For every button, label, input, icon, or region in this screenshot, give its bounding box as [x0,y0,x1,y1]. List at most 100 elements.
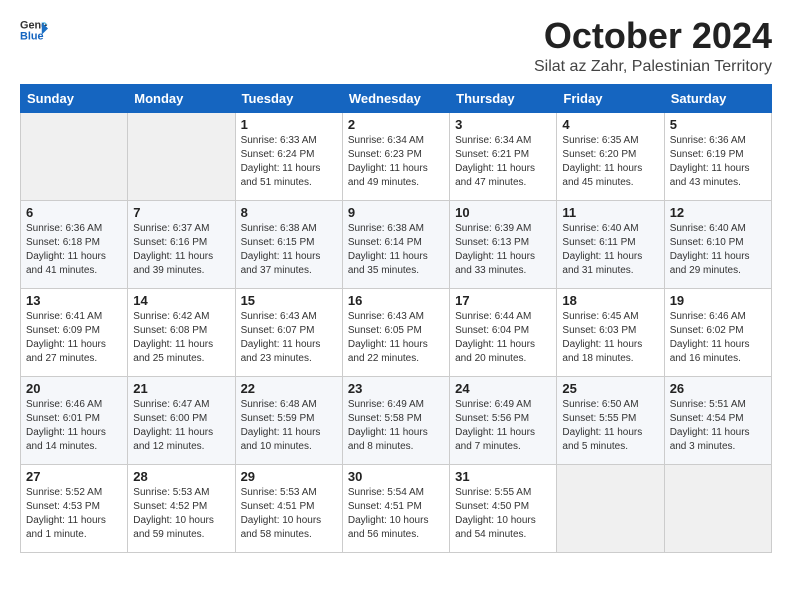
calendar-cell: 2 Sunrise: 6:34 AM Sunset: 6:23 PM Daylig… [342,112,449,200]
day-info: Sunrise: 5:53 AM Sunset: 4:52 PM Dayligh… [133,486,229,542]
day-info: Sunrise: 6:49 AM Sunset: 5:58 PM Dayligh… [348,398,444,454]
calendar-cell: 3Sunrise: 6:34 AM Sunset: 6:21 PM Daylig… [450,112,557,200]
header-day-thursday: Thursday [450,84,557,112]
day-info: Sunrise: 5:55 AM Sunset: 4:50 PM Dayligh… [455,486,551,542]
calendar-cell: 1 Sunrise: 6:33 AM Sunset: 6:24 PM Daylig… [235,112,342,200]
location-title: Silat az Zahr, Palestinian Territory [534,58,772,76]
day-number: 16 [348,293,444,308]
calendar-cell: 23 Sunrise: 6:49 AM Sunset: 5:58 PM Dayli… [342,376,449,464]
calendar-cell: 18Sunrise: 6:45 AM Sunset: 6:03 PM Dayli… [557,288,664,376]
calendar-cell [664,464,771,552]
day-info: Sunrise: 6:48 AM Sunset: 5:59 PM Dayligh… [241,398,337,454]
day-number: 6 [26,205,122,220]
calendar-cell: 25 Sunrise: 6:50 AM Sunset: 5:55 PM Dayli… [557,376,664,464]
day-info: Sunrise: 6:44 AM Sunset: 6:04 PM Dayligh… [455,310,551,366]
day-info: Sunrise: 6:37 AM Sunset: 6:16 PM Dayligh… [133,222,229,278]
calendar-cell: 16 Sunrise: 6:43 AM Sunset: 6:05 PM Dayli… [342,288,449,376]
day-number: 11 [562,205,658,220]
day-number: 17 [455,293,551,308]
calendar-cell: 29 Sunrise: 5:53 AM Sunset: 4:51 PM Dayli… [235,464,342,552]
calendar-cell: 26 Sunrise: 5:51 AM Sunset: 4:54 PM Dayli… [664,376,771,464]
header-day-saturday: Saturday [664,84,771,112]
day-number: 13 [26,293,122,308]
day-info: Sunrise: 5:53 AM Sunset: 4:51 PM Dayligh… [241,486,337,542]
day-info: Sunrise: 6:42 AM Sunset: 6:08 PM Dayligh… [133,310,229,366]
day-info: Sunrise: 6:33 AM Sunset: 6:24 PM Dayligh… [241,134,337,190]
day-number: 1 [241,117,337,132]
day-number: 8 [241,205,337,220]
calendar-cell: 12Sunrise: 6:40 AM Sunset: 6:10 PM Dayli… [664,200,771,288]
day-info: Sunrise: 6:49 AM Sunset: 5:56 PM Dayligh… [455,398,551,454]
day-info: Sunrise: 6:36 AM Sunset: 6:18 PM Dayligh… [26,222,122,278]
day-number: 25 [562,381,658,396]
day-number: 2 [348,117,444,132]
calendar-body: 1 Sunrise: 6:33 AM Sunset: 6:24 PM Daylig… [21,112,772,552]
day-number: 29 [241,469,337,484]
day-number: 26 [670,381,766,396]
day-number: 19 [670,293,766,308]
day-number: 28 [133,469,229,484]
logo: General Blue [20,16,48,44]
calendar-cell: 6 Sunrise: 6:36 AM Sunset: 6:18 PM Daylig… [21,200,128,288]
day-number: 31 [455,469,551,484]
calendar-cell: 17 Sunrise: 6:44 AM Sunset: 6:04 PM Dayli… [450,288,557,376]
calendar-cell: 5 Sunrise: 6:36 AM Sunset: 6:19 PM Daylig… [664,112,771,200]
calendar-cell: 19Sunrise: 6:46 AM Sunset: 6:02 PM Dayli… [664,288,771,376]
calendar-cell: 11 Sunrise: 6:40 AM Sunset: 6:11 PM Dayli… [557,200,664,288]
svg-text:Blue: Blue [20,30,44,42]
title-area: October 2024 Silat az Zahr, Palestinian … [534,16,772,76]
header-day-sunday: Sunday [21,84,128,112]
day-info: Sunrise: 6:40 AM Sunset: 6:11 PM Dayligh… [562,222,658,278]
day-number: 3 [455,117,551,132]
day-number: 23 [348,381,444,396]
day-number: 21 [133,381,229,396]
day-info: Sunrise: 6:38 AM Sunset: 6:15 PM Dayligh… [241,222,337,278]
day-info: Sunrise: 6:39 AM Sunset: 6:13 PM Dayligh… [455,222,551,278]
calendar-cell [21,112,128,200]
day-info: Sunrise: 6:36 AM Sunset: 6:19 PM Dayligh… [670,134,766,190]
day-number: 5 [670,117,766,132]
day-number: 20 [26,381,122,396]
day-number: 4 [562,117,658,132]
calendar-table: SundayMondayTuesdayWednesdayThursdayFrid… [20,84,772,553]
day-info: Sunrise: 6:41 AM Sunset: 6:09 PM Dayligh… [26,310,122,366]
day-info: Sunrise: 6:46 AM Sunset: 6:01 PM Dayligh… [26,398,122,454]
header-day-tuesday: Tuesday [235,84,342,112]
day-info: Sunrise: 6:45 AM Sunset: 6:03 PM Dayligh… [562,310,658,366]
calendar-cell: 30Sunrise: 5:54 AM Sunset: 4:51 PM Dayli… [342,464,449,552]
calendar-cell: 14 Sunrise: 6:42 AM Sunset: 6:08 PM Dayli… [128,288,235,376]
day-number: 7 [133,205,229,220]
calendar-header-row: SundayMondayTuesdayWednesdayThursdayFrid… [21,84,772,112]
day-info: Sunrise: 5:54 AM Sunset: 4:51 PM Dayligh… [348,486,444,542]
day-number: 10 [455,205,551,220]
calendar-cell: 24 Sunrise: 6:49 AM Sunset: 5:56 PM Dayli… [450,376,557,464]
calendar-cell [128,112,235,200]
day-number: 9 [348,205,444,220]
day-number: 22 [241,381,337,396]
calendar-cell: 8 Sunrise: 6:38 AM Sunset: 6:15 PM Daylig… [235,200,342,288]
header-day-monday: Monday [128,84,235,112]
day-number: 24 [455,381,551,396]
calendar-cell: 20 Sunrise: 6:46 AM Sunset: 6:01 PM Dayli… [21,376,128,464]
calendar-cell: 13 Sunrise: 6:41 AM Sunset: 6:09 PM Dayli… [21,288,128,376]
day-info: Sunrise: 6:43 AM Sunset: 6:07 PM Dayligh… [241,310,337,366]
calendar-cell: 4Sunrise: 6:35 AM Sunset: 6:20 PM Daylig… [557,112,664,200]
calendar-cell: 10 Sunrise: 6:39 AM Sunset: 6:13 PM Dayli… [450,200,557,288]
day-info: Sunrise: 6:50 AM Sunset: 5:55 PM Dayligh… [562,398,658,454]
calendar-week-row: 1 Sunrise: 6:33 AM Sunset: 6:24 PM Daylig… [21,112,772,200]
day-info: Sunrise: 6:34 AM Sunset: 6:23 PM Dayligh… [348,134,444,190]
calendar-cell: 7 Sunrise: 6:37 AM Sunset: 6:16 PM Daylig… [128,200,235,288]
calendar-cell: 9Sunrise: 6:38 AM Sunset: 6:14 PM Daylig… [342,200,449,288]
calendar-week-row: 13 Sunrise: 6:41 AM Sunset: 6:09 PM Dayli… [21,288,772,376]
day-number: 12 [670,205,766,220]
calendar-cell: 15Sunrise: 6:43 AM Sunset: 6:07 PM Dayli… [235,288,342,376]
logo-icon: General Blue [20,16,48,44]
calendar-cell [557,464,664,552]
calendar-cell: 22 Sunrise: 6:48 AM Sunset: 5:59 PM Dayli… [235,376,342,464]
day-info: Sunrise: 6:43 AM Sunset: 6:05 PM Dayligh… [348,310,444,366]
day-info: Sunrise: 5:51 AM Sunset: 4:54 PM Dayligh… [670,398,766,454]
header-day-friday: Friday [557,84,664,112]
calendar-week-row: 6 Sunrise: 6:36 AM Sunset: 6:18 PM Daylig… [21,200,772,288]
day-number: 14 [133,293,229,308]
day-info: Sunrise: 6:47 AM Sunset: 6:00 PM Dayligh… [133,398,229,454]
